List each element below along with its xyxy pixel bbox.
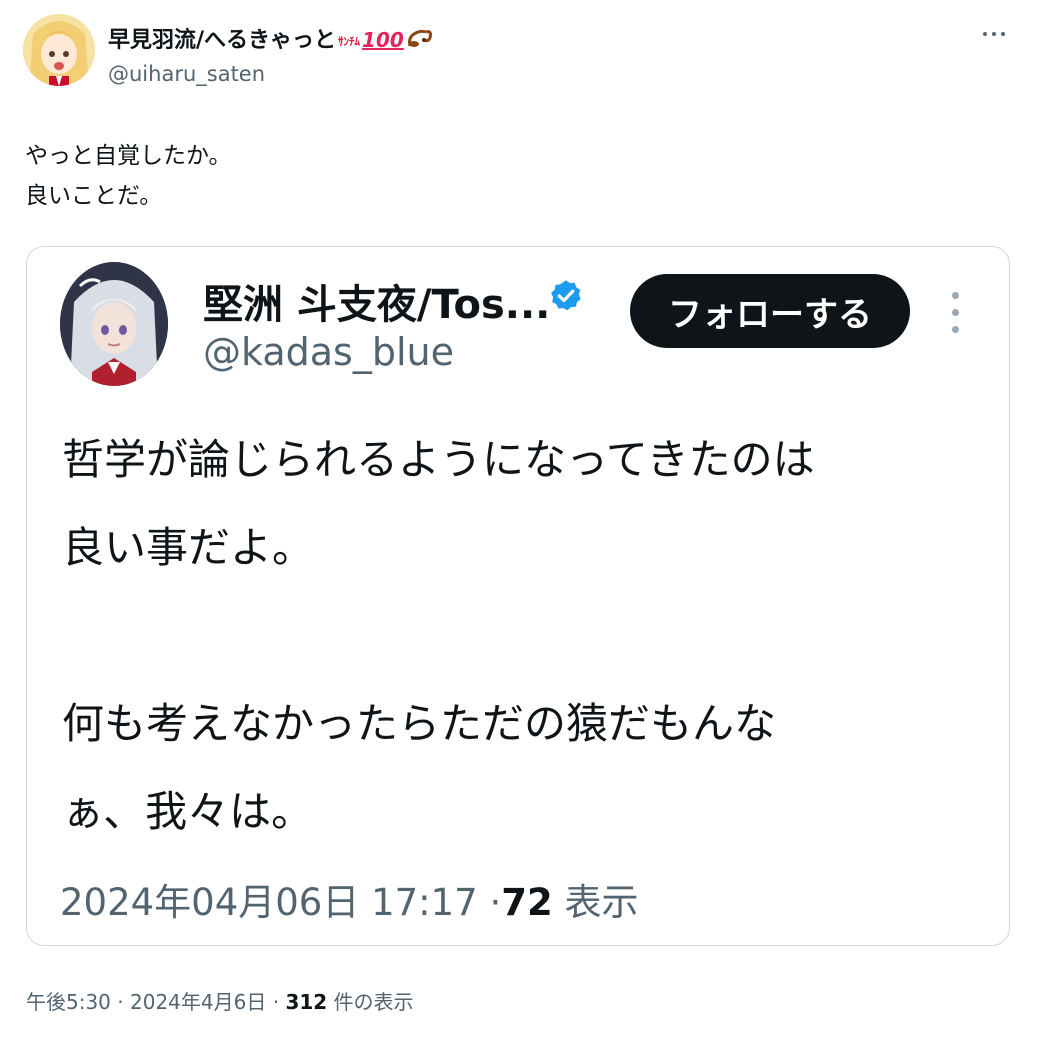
meta-separator: · [489,881,502,924]
name-badge-text: ｻﾝﾁﾑ [338,34,361,48]
footer-views-label: 件の表示 [333,990,414,1014]
quoted-user-handle[interactable]: @kadas_blue [203,330,454,374]
quoted-date-time[interactable]: 2024年04月06日 17:17 [60,881,478,924]
tweet-footer-meta: 午後5:30 · 2024年4月6日 · 312 件の表示 [26,986,414,1015]
user-handle[interactable]: @uiharu_saten [108,62,265,86]
display-name-text: 早見羽流/へるきゃっと [108,28,337,53]
more-vertical-icon[interactable] [948,292,962,334]
quoted-tweet-text: 哲学が論じられるようになってきたのは 良い事だよ。 何も考えなかったらただの猿だ… [62,435,815,836]
avatar[interactable] [23,14,95,86]
more-horizontal-icon[interactable] [980,24,1010,44]
follow-button[interactable]: フォローする [630,274,910,348]
footer-separator-2: · [272,990,280,1014]
tweet-text: やっと自覚したか。 良いことだ。 [25,143,232,209]
footer-views-count: 312 [285,990,328,1014]
verified-badge-icon [548,278,584,314]
footer-separator: · [117,990,124,1014]
hundred-emoji-icon: 100 [362,28,404,52]
scorpion-emoji-icon [406,26,434,56]
quoted-avatar[interactable] [60,262,168,386]
footer-date[interactable]: 2024年4月6日 [130,990,266,1014]
quoted-display-name[interactable]: 堅洲 斗支夜/Tos... [203,272,550,330]
display-name[interactable]: 早見羽流/へるきゃっと ｻﾝﾁﾑ 100 [108,22,434,56]
quoted-tweet-meta: 2024年04月06日 17:17 ·72 表示 [60,872,639,926]
footer-time[interactable]: 午後5:30 [26,990,111,1014]
quoted-views-label: 表示 [564,881,639,924]
quoted-views-count: 72 [501,881,553,924]
